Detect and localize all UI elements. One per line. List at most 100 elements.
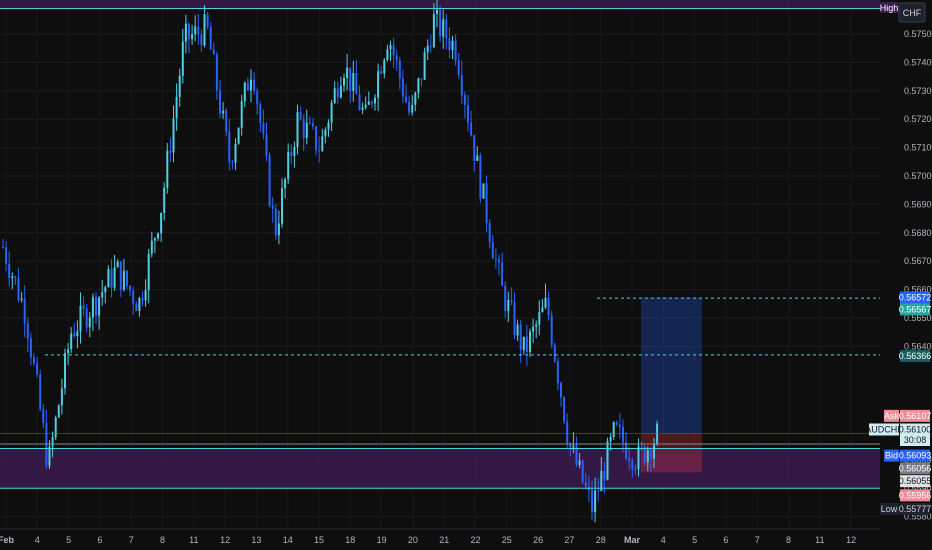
candle-body — [532, 326, 535, 332]
candle-body — [5, 247, 8, 264]
candle-body — [547, 297, 550, 316]
candle-body — [2, 246, 4, 248]
candle-body — [535, 324, 538, 327]
candle-body — [287, 151, 290, 180]
tag-countdown: 30:08 — [904, 435, 927, 445]
candle-body — [67, 349, 70, 354]
candle-body — [454, 40, 457, 61]
candle-body — [445, 19, 448, 39]
time-tick-label: 22 — [470, 535, 480, 545]
candle-body — [178, 75, 181, 97]
candle-body — [129, 285, 132, 291]
time-tick-label: 18 — [345, 535, 355, 545]
candle-body — [33, 357, 35, 364]
candle-body — [79, 305, 82, 332]
candle-body — [166, 150, 169, 188]
tag-gray-upper: 0.56056 — [899, 463, 932, 473]
tag-mid-level: 0.56366 — [899, 351, 932, 361]
candle-body — [91, 297, 94, 318]
candle-body — [405, 96, 407, 102]
candle-body — [240, 101, 243, 128]
candle-body — [200, 34, 203, 46]
time-tick-label: 7 — [755, 535, 760, 545]
candle-body — [231, 162, 234, 164]
candle-body — [82, 305, 85, 309]
candle-body — [144, 290, 147, 301]
candle-body — [98, 297, 101, 316]
candle-body — [160, 212, 163, 234]
candle-body — [479, 155, 482, 199]
candle-body — [423, 52, 426, 80]
candle-body — [315, 126, 318, 151]
candle-body — [110, 269, 113, 288]
candle-body — [494, 258, 497, 260]
candle-body — [637, 446, 640, 470]
candle-body — [60, 388, 63, 406]
candle-body — [11, 276, 14, 278]
candle-body — [203, 14, 206, 46]
time-tick-label: 19 — [377, 535, 387, 545]
time-tick-label: 20 — [408, 535, 418, 545]
candle-body — [563, 397, 566, 422]
candle-body — [349, 67, 352, 92]
tag-stop: 0.55956 — [899, 490, 932, 500]
candle-body — [333, 88, 336, 103]
candle-body — [566, 421, 569, 444]
candle-body — [603, 470, 606, 480]
tag-target: 0.56572 — [899, 292, 932, 302]
candle-body — [271, 205, 274, 209]
candle-body — [188, 23, 190, 40]
candle-body — [507, 300, 510, 312]
price-chart[interactable]: 0.57500 0.57400 0.57300 0.57200 0.57100 0.570… — [0, 0, 932, 550]
position-profit-zone[interactable] — [641, 297, 702, 434]
candle-body — [336, 88, 339, 98]
candle-body — [243, 82, 246, 102]
candle-body — [473, 135, 476, 161]
candle-body — [346, 67, 349, 78]
candle-body — [634, 468, 637, 470]
candle-body — [157, 233, 159, 239]
time-tick-label: Mar — [624, 535, 641, 545]
candle-body — [76, 331, 79, 337]
candle-body — [54, 417, 57, 438]
candle-body — [355, 72, 358, 95]
candle-body — [17, 277, 20, 300]
time-tick-label: 4 — [35, 535, 40, 545]
candle-body — [429, 45, 432, 48]
price-tick-label: 0.57300 — [904, 86, 932, 96]
candle-body — [26, 323, 29, 339]
candle-body — [135, 303, 138, 312]
candle-body — [209, 26, 212, 50]
candle-body — [228, 131, 231, 163]
candle-body — [95, 297, 97, 316]
candle-body — [361, 107, 364, 110]
candle-body — [8, 263, 11, 278]
candle-body — [392, 45, 395, 56]
candle-body — [498, 259, 500, 263]
candle-body — [150, 240, 153, 254]
candle-body — [324, 129, 327, 137]
candle-body — [597, 490, 600, 492]
candle-body — [398, 60, 401, 79]
price-tick-label: 0.57000 — [904, 171, 932, 181]
price-tick-label: 0.56900 — [904, 199, 932, 209]
candle-body — [246, 82, 249, 91]
candle-body — [64, 353, 66, 389]
candle-body — [426, 45, 429, 53]
candle-body — [377, 71, 380, 98]
candle-body — [529, 331, 531, 353]
candle-body — [618, 424, 621, 428]
candle-body — [225, 110, 228, 132]
time-tick-label: 26 — [533, 535, 543, 545]
candle-body — [293, 147, 296, 156]
candle-body — [42, 409, 45, 424]
candle-body — [485, 183, 488, 224]
tag-ask-label: Ask — [884, 411, 900, 421]
candle-body — [389, 45, 392, 50]
candle-body — [234, 143, 237, 163]
candle-body — [606, 441, 609, 480]
candle-body — [395, 55, 398, 61]
candle-body — [556, 361, 559, 384]
candle-body — [467, 104, 469, 123]
candle-body — [132, 290, 135, 304]
